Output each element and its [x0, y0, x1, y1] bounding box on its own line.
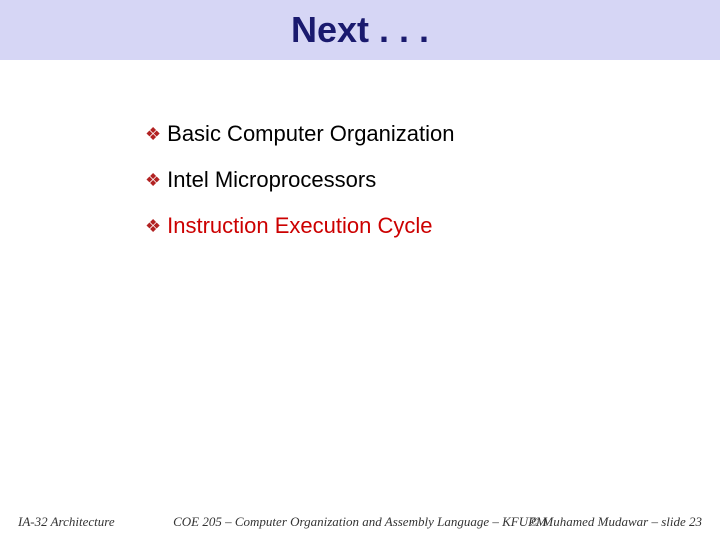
bullet-item: ❖ Intel Microprocessors	[145, 166, 660, 194]
bullet-text: Basic Computer Organization	[167, 120, 454, 148]
footer-center: COE 205 – Computer Organization and Asse…	[173, 514, 547, 530]
title-bar: Next . . .	[0, 0, 720, 60]
diamond-icon: ❖	[145, 120, 161, 148]
bullet-item: ❖ Instruction Execution Cycle	[145, 212, 660, 240]
bullet-text-highlight: Instruction Execution Cycle	[167, 212, 432, 240]
footer-right: © Muhamed Mudawar – slide 23	[529, 514, 702, 530]
diamond-icon: ❖	[145, 166, 161, 194]
content-area: ❖ Basic Computer Organization ❖ Intel Mi…	[145, 120, 660, 258]
footer-left: IA-32 Architecture	[18, 514, 115, 530]
bullet-text: Intel Microprocessors	[167, 166, 376, 194]
diamond-icon: ❖	[145, 212, 161, 240]
bullet-item: ❖ Basic Computer Organization	[145, 120, 660, 148]
slide-title: Next . . .	[291, 9, 429, 51]
footer: IA-32 Architecture COE 205 – Computer Or…	[0, 514, 720, 530]
